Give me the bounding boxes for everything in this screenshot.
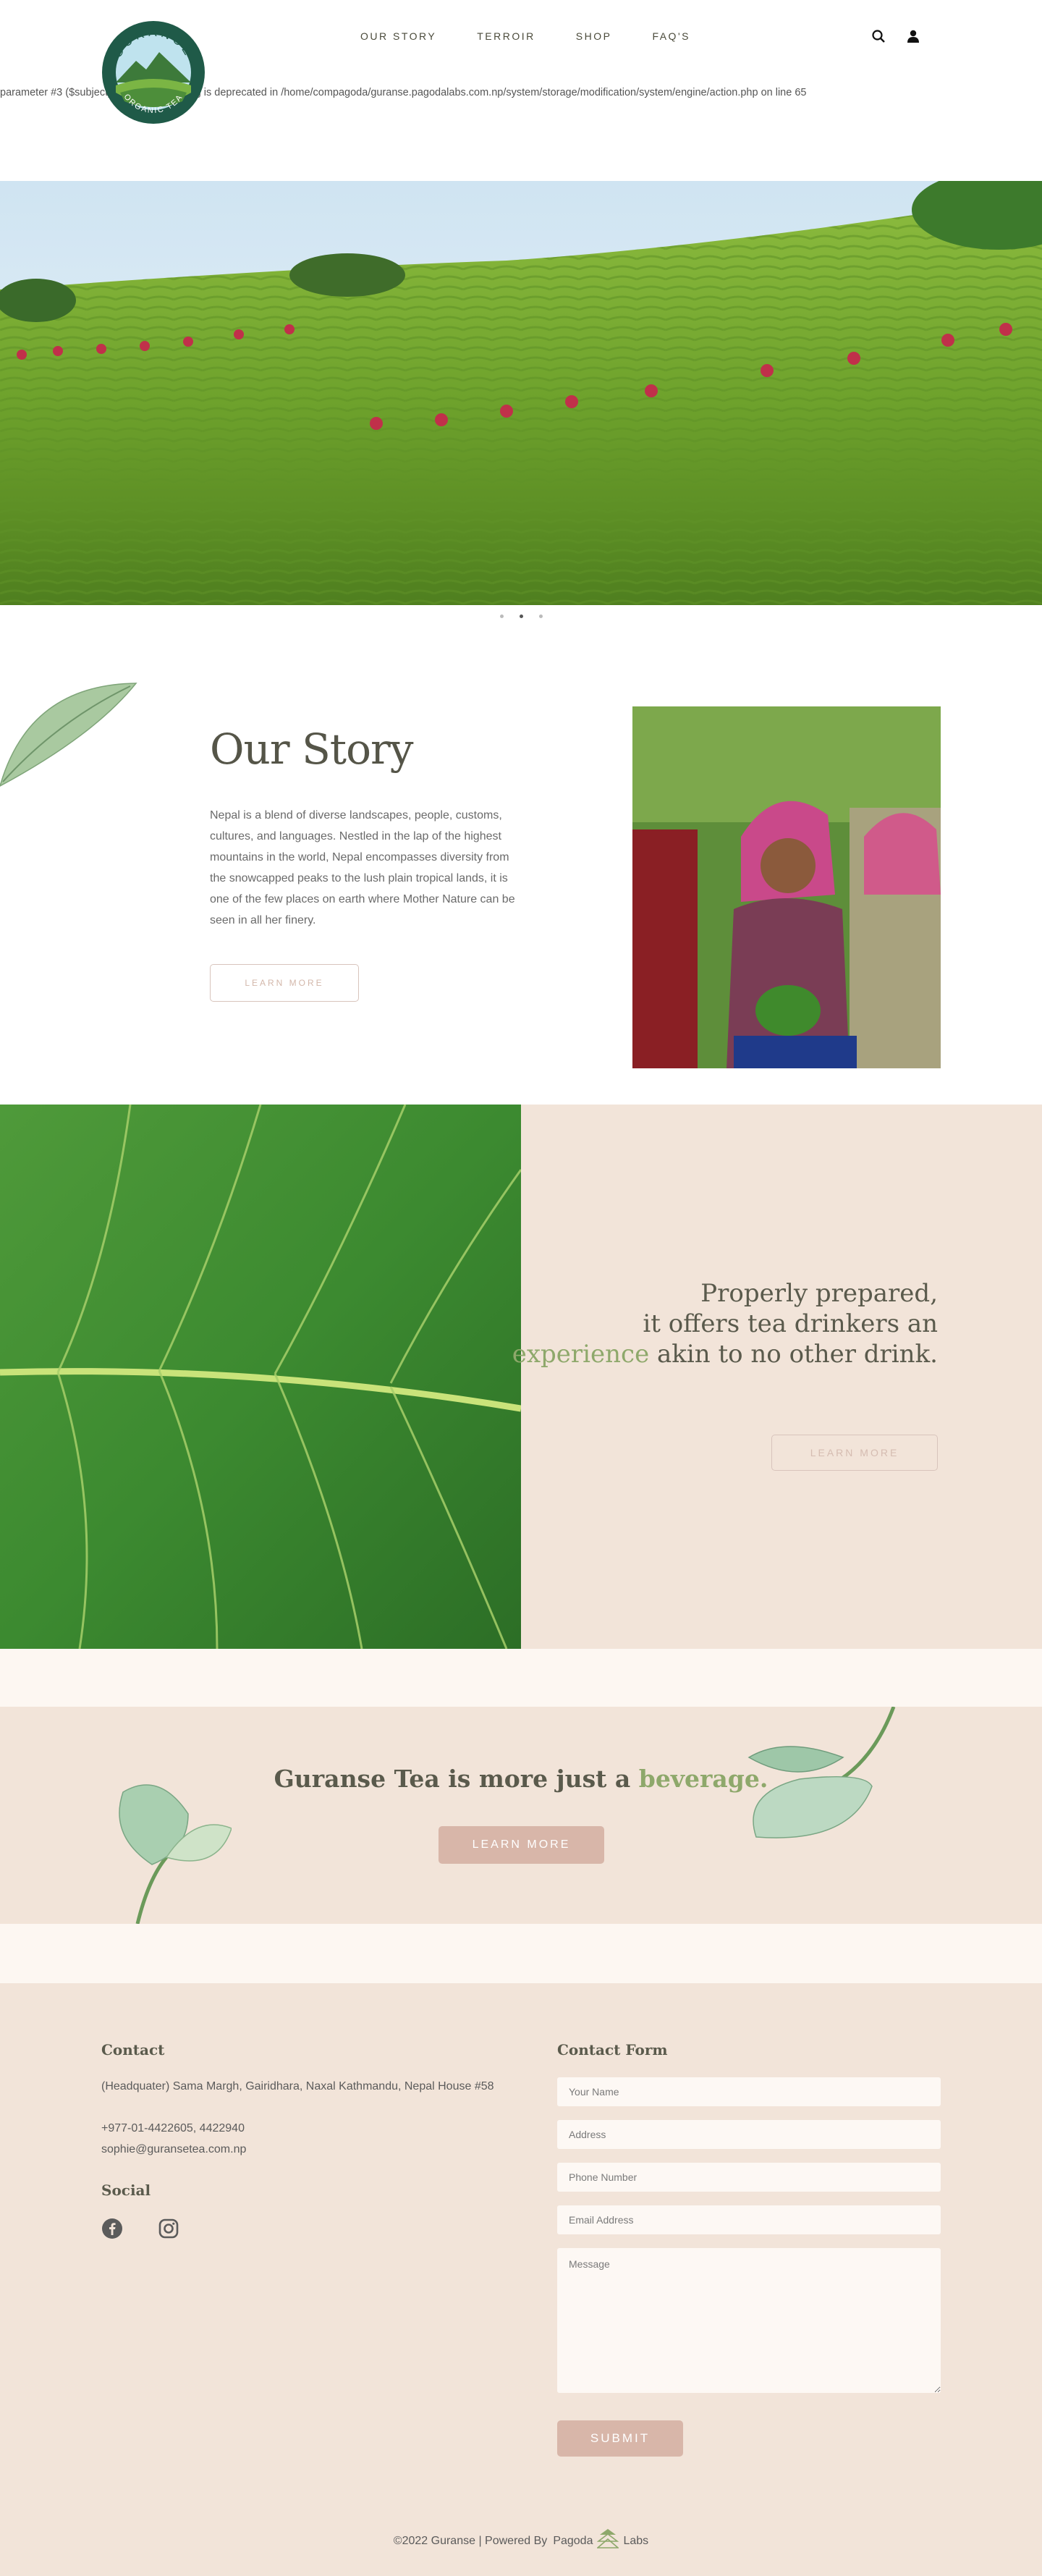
experience-learn-more-button[interactable]: LEARN MORE [771, 1435, 938, 1471]
address-field[interactable] [557, 2120, 941, 2149]
right-leaf-decoration [742, 1707, 901, 1855]
nav-our-story[interactable]: OUR STORY [360, 30, 436, 42]
section-spacer [0, 1924, 1042, 1983]
contact-heading: Contact [101, 2041, 165, 2058]
site-header: GURANSE ORGANIC TEA OUR STORY TERROIR SH… [0, 0, 1042, 181]
hero-slider[interactable] [0, 181, 1042, 605]
experience-section: Properly prepared, it offers tea drinker… [0, 1105, 1042, 1649]
pagoda-logo-icon [596, 2528, 620, 2554]
beverage-learn-more-button[interactable]: LEARN MORE [439, 1826, 604, 1864]
guranse-logo[interactable]: GURANSE ORGANIC TEA [101, 20, 206, 124]
story-learn-more-button[interactable]: LEARN MORE [210, 964, 359, 1002]
copyright: ©2022 Guranse | Powered By Pagoda Labs [0, 2528, 1042, 2554]
leaf-decoration [0, 656, 137, 797]
slider-dots [0, 605, 1042, 627]
green-leaf-image [0, 1105, 521, 1649]
message-field[interactable] [557, 2248, 941, 2393]
instagram-icon[interactable] [158, 2218, 179, 2239]
social-heading: Social [101, 2182, 151, 2199]
contact-phone: +977-01-4422605, 4422940 [101, 2122, 245, 2134]
powered-brand-left: Pagoda [553, 2534, 593, 2547]
nav-terroir[interactable]: TERROIR [477, 30, 535, 42]
section-spacer [0, 1649, 1042, 1707]
nav-shop[interactable]: SHOP [576, 30, 612, 42]
story-body: Nepal is a blend of diverse landscapes, … [210, 809, 515, 926]
contact-form-heading: Contact Form [557, 2041, 668, 2058]
phone-field[interactable] [557, 2163, 941, 2192]
experience-highlight: experience [512, 1340, 650, 1369]
nav-faqs[interactable]: FAQ'S [652, 30, 690, 42]
facebook-icon[interactable] [101, 2218, 123, 2239]
our-story-section: Our Story Nepal is a blend of diverse la… [0, 627, 1042, 1105]
beverage-banner: Guranse Tea is more just a beverage. LEA… [0, 1707, 1042, 1924]
left-leaf-decoration [109, 1770, 232, 1924]
email-field[interactable] [557, 2205, 941, 2234]
contact-address: (Headquater) Sama Margh, Gairidhara, Nax… [101, 2080, 494, 2093]
experience-line-1: Properly prepared, [700, 1279, 938, 1308]
tea-picker-photo [632, 706, 941, 1068]
slider-dot-2[interactable] [519, 614, 523, 618]
beverage-text: Guranse Tea is more just a [274, 1765, 639, 1793]
experience-quote: Properly prepared, it offers tea drinker… [512, 1278, 938, 1369]
story-title: Our Story [210, 725, 414, 774]
slider-dot-3[interactable] [538, 614, 543, 618]
slider-dot-1[interactable] [499, 614, 504, 618]
powered-brand-right: Labs [623, 2534, 649, 2547]
submit-button[interactable]: SUBMIT [557, 2420, 683, 2457]
hero-tea-pickers-image [0, 181, 1042, 605]
header-icons [871, 29, 920, 43]
pagoda-labs-link[interactable]: Pagoda Labs [553, 2528, 648, 2554]
user-icon[interactable] [906, 29, 920, 43]
experience-line-3-rest: akin to no other drink. [649, 1340, 938, 1369]
copyright-text: ©2022 Guranse | Powered By [393, 2534, 548, 2547]
contact-email[interactable]: sophie@guransetea.com.np [101, 2139, 246, 2160]
experience-line-2: it offers tea drinkers an [643, 1309, 938, 1338]
social-links [101, 2218, 179, 2239]
site-footer: Contact (Headquater) Sama Margh, Gairidh… [0, 1983, 1042, 2576]
search-icon[interactable] [871, 29, 886, 43]
name-field[interactable] [557, 2077, 941, 2106]
experience-line-3: experience akin to no other drink. [512, 1339, 938, 1369]
